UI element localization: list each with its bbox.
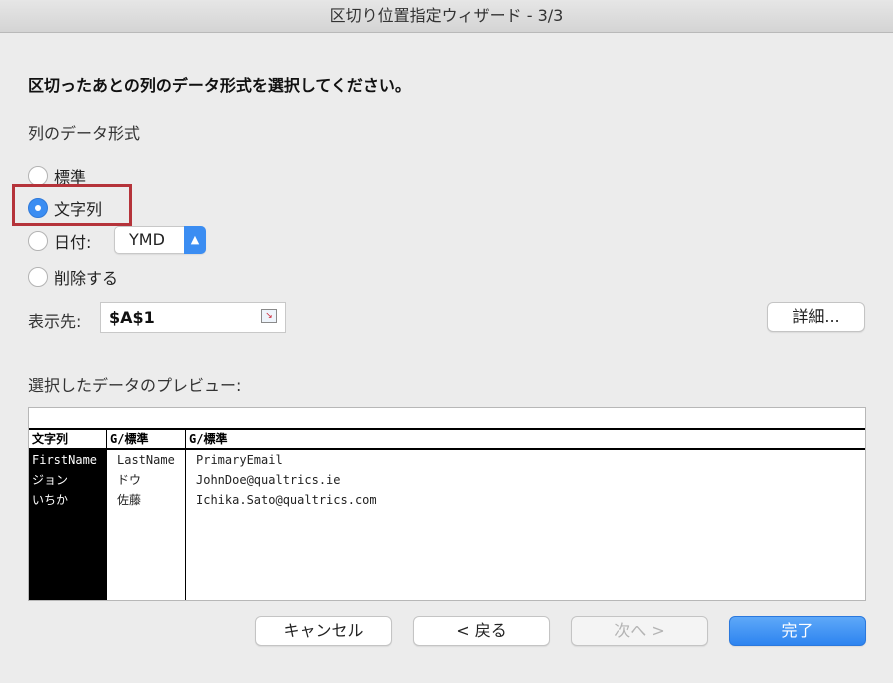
advanced-button[interactable]: 詳細... [767, 302, 865, 332]
preview-cell: PrimaryEmail [196, 453, 283, 467]
preview-column-2[interactable]: G/標準 LastName ドウ 佐藤 [107, 430, 186, 600]
date-format-value: YMD [129, 230, 165, 249]
format-option-skip-label: 削除する [54, 269, 119, 288]
preview-cell: Ichika.Sato@qualtrics.com [196, 493, 377, 507]
cancel-button[interactable]: キャンセル [255, 616, 392, 646]
preview-grid: 文字列 FirstName ジョン いちか G/標準 LastName ドウ 佐… [29, 428, 865, 600]
range-picker-icon[interactable]: ↘ [261, 309, 277, 323]
preview-cell: 佐藤 [117, 493, 142, 507]
preview-column-1-header: 文字列 [29, 430, 106, 450]
preview-cell: ジョン [32, 473, 69, 487]
data-preview-pane[interactable]: 文字列 FirstName ジョン いちか G/標準 LastName ドウ 佐… [28, 407, 866, 601]
finish-button[interactable]: 完了 [729, 616, 866, 646]
preview-cell: LastName [117, 453, 175, 467]
format-option-date-label: 日付: [54, 233, 92, 252]
format-section-label: 列のデータ形式 [28, 124, 141, 143]
radio-general[interactable] [28, 166, 48, 186]
preview-cell: いちか [32, 493, 69, 507]
annotation-highlight-box [12, 184, 132, 226]
preview-column-3[interactable]: G/標準 PrimaryEmail JohnDoe@qualtrics.ie I… [186, 430, 865, 600]
preview-cell: ドウ [117, 473, 142, 487]
format-option-date[interactable]: 日付: [28, 228, 91, 254]
preview-cell: FirstName [32, 453, 98, 467]
format-option-skip[interactable]: 削除する [28, 264, 118, 290]
destination-value: $A$1 [109, 308, 155, 327]
window-title-bar: 区切り位置指定ウィザード - 3/3 [0, 0, 893, 33]
date-format-select[interactable]: YMD ▲ [114, 226, 206, 254]
radio-skip[interactable] [28, 267, 48, 287]
back-button[interactable]: < 戻る [413, 616, 550, 646]
preview-label: 選択したデータのプレビュー: [28, 376, 242, 395]
preview-cell: JohnDoe@qualtrics.ie [196, 473, 341, 487]
preview-column-1[interactable]: 文字列 FirstName ジョン いちか [29, 430, 107, 600]
next-button[interactable]: 次へ > [571, 616, 708, 646]
preview-column-3-header: G/標準 [186, 430, 865, 450]
preview-column-2-header: G/標準 [107, 430, 185, 450]
instruction-heading: 区切ったあとの列のデータ形式を選択してください。 [28, 76, 411, 95]
destination-input[interactable]: $A$1 ↘ [100, 302, 286, 333]
destination-label: 表示先: [28, 312, 82, 331]
radio-date[interactable] [28, 231, 48, 251]
chevron-updown-icon: ▲ [184, 226, 206, 254]
window-title: 区切り位置指定ウィザード - 3/3 [329, 6, 564, 25]
